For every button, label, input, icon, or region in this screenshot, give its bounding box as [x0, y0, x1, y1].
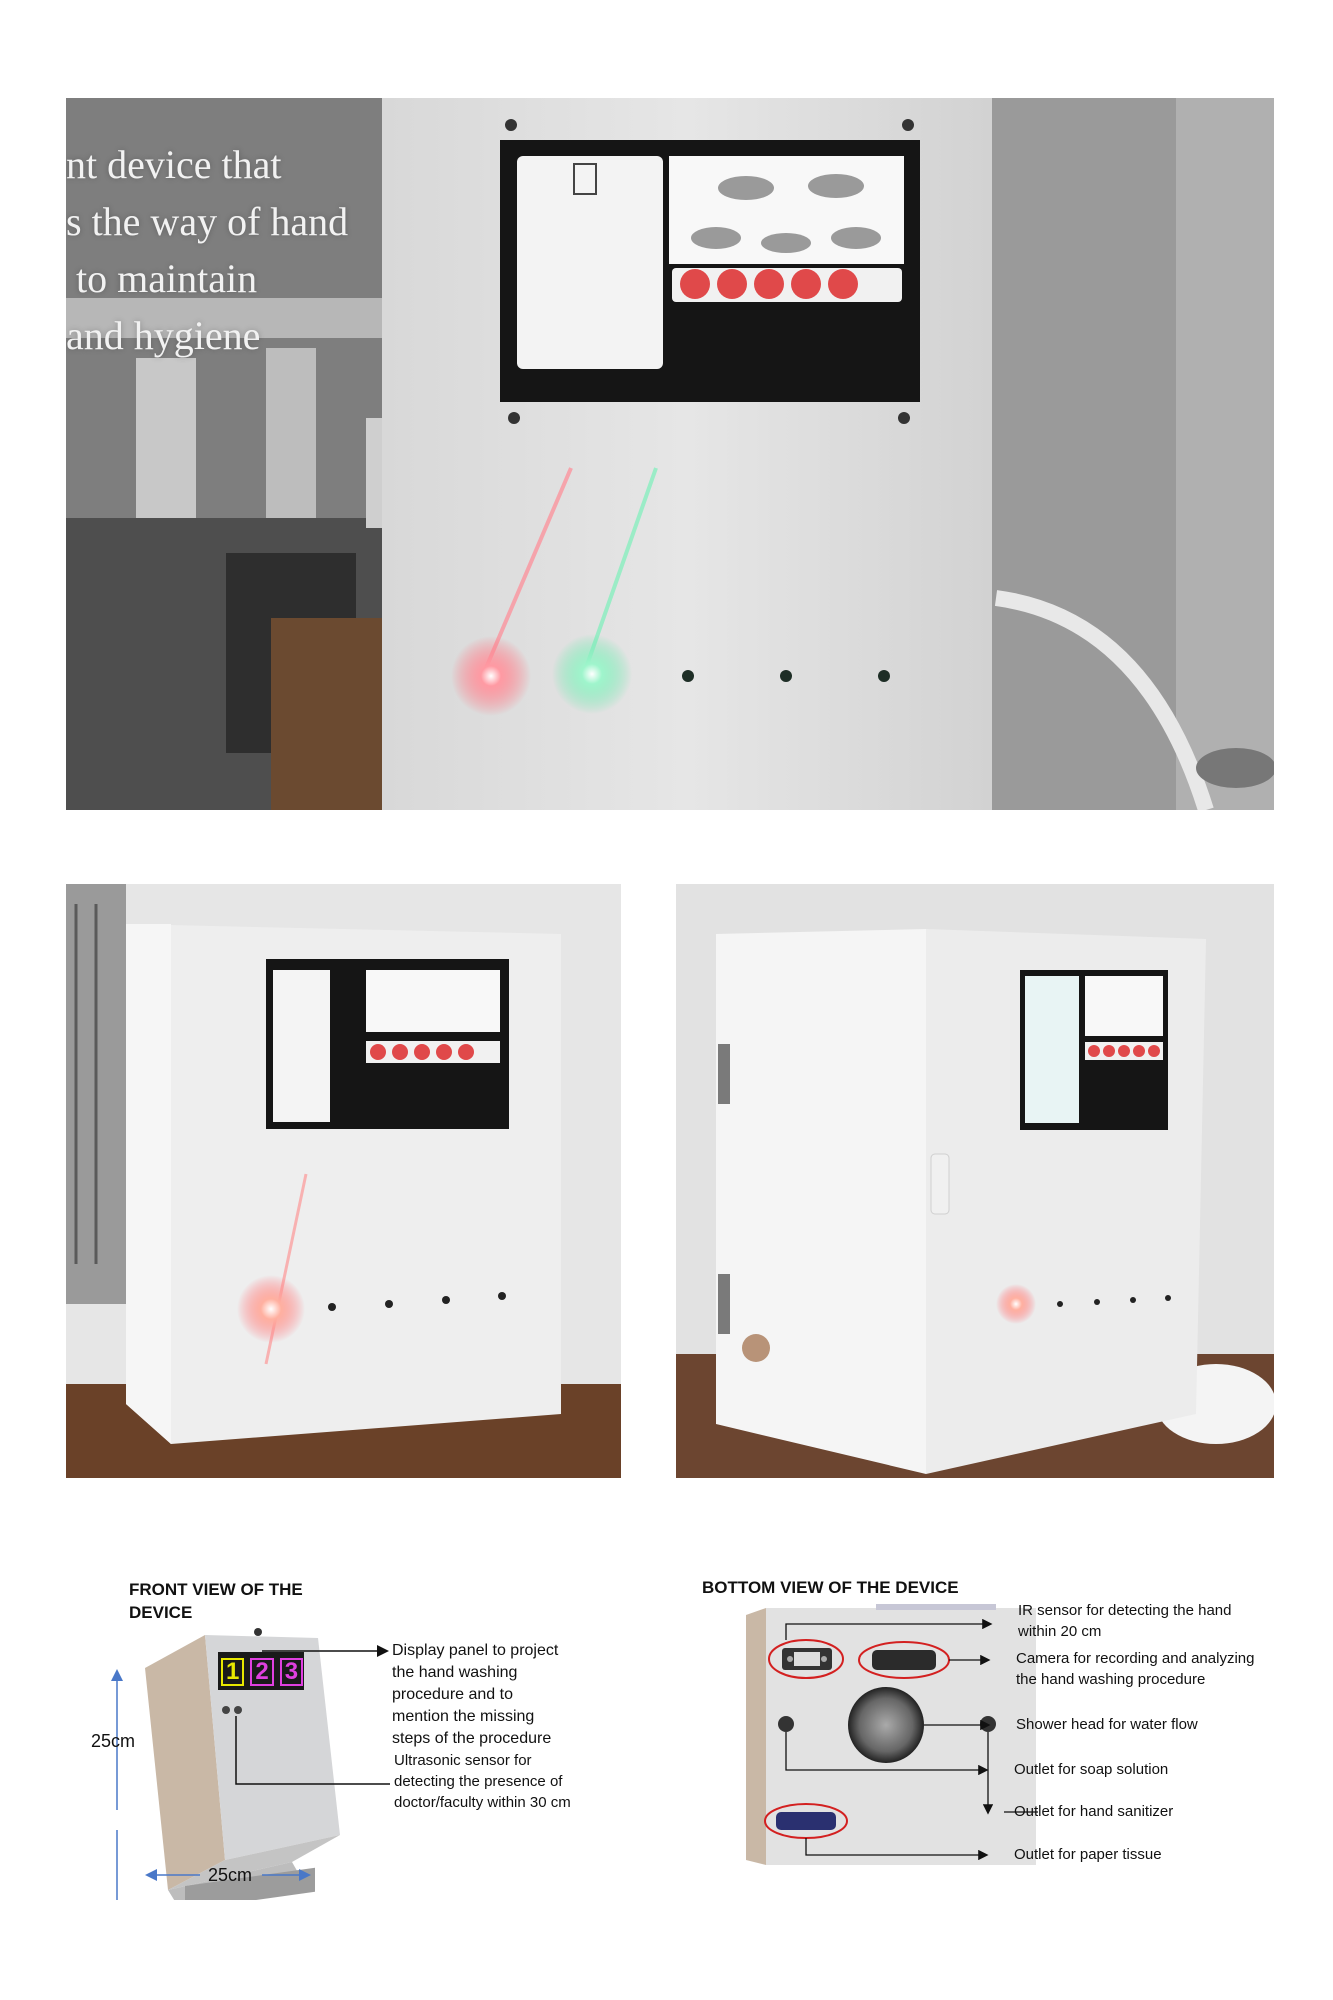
bottom-view-diagram: BOTTOM VIEW OF THE DEVICE IR sensor for … [666, 1560, 1333, 1900]
device-photo-angled-left [66, 884, 621, 1478]
shower-head-annotation: Shower head for water flow [1016, 1716, 1198, 1733]
display-digit: 3 [279, 1658, 304, 1686]
ultrasonic-sensor-annotation: Ultrasonic sensor for detecting the pres… [394, 1750, 571, 1813]
ir-sensor-annotation: IR sensor for detecting the hand within … [1018, 1600, 1231, 1642]
annotation-line: Display panel to project [392, 1642, 559, 1659]
video-caption-overlay: nt device that s the way of hand to main… [66, 136, 348, 364]
annotation-line: mention the missing [392, 1708, 535, 1725]
tissue-outlet-annotation: Outlet for paper tissue [1014, 1846, 1162, 1863]
display-panel-annotation: Display panel to project the hand washin… [392, 1640, 558, 1750]
annotation-line: steps of the procedure [392, 1730, 552, 1747]
caption-line: and hygiene [66, 313, 261, 358]
display-digit: 1 [220, 1658, 245, 1686]
device-photo-front: nt device that s the way of hand to main… [66, 98, 1274, 810]
annotation-line: detecting the presence of [394, 1773, 563, 1790]
device-photo-angled-left-image [66, 884, 621, 1478]
device-photo-angled-right-image [676, 884, 1274, 1478]
annotation-line: the hand washing procedure [1016, 1671, 1206, 1688]
annotation-line: doctor/faculty within 30 cm [394, 1794, 571, 1811]
annotation-line: Ultrasonic sensor for [394, 1752, 532, 1769]
camera-annotation: Camera for recording and analyzing the h… [1016, 1648, 1254, 1690]
soap-outlet-annotation: Outlet for soap solution [1014, 1761, 1169, 1778]
height-dimension-label: 25cm [91, 1731, 136, 1751]
display-digit: 2 [250, 1658, 274, 1686]
device-photo-angled-right [676, 884, 1274, 1478]
caption-line: nt device that [66, 142, 282, 187]
sanitizer-outlet-annotation: Outlet for hand sanitizer [1014, 1803, 1174, 1820]
width-dimension-label: 25cm [208, 1865, 253, 1885]
annotation-line: the hand washing [392, 1664, 518, 1681]
annotation-line: within 20 cm [1018, 1623, 1102, 1640]
caption-line: s the way of hand [66, 199, 349, 244]
annotation-line: IR sensor for detecting the hand [1018, 1602, 1232, 1619]
annotation-line: Camera for recording and analyzing [1016, 1650, 1255, 1667]
front-display-digits: 1 2 3 [220, 1655, 304, 1689]
caption-line: to maintain [76, 256, 258, 301]
front-view-diagram: FRONT VIEW OF THE DEVICE 1 2 3 Display p… [0, 1560, 666, 1900]
bottom-view-device-drawing [746, 1604, 1038, 1865]
annotation-line: procedure and to [392, 1686, 513, 1703]
